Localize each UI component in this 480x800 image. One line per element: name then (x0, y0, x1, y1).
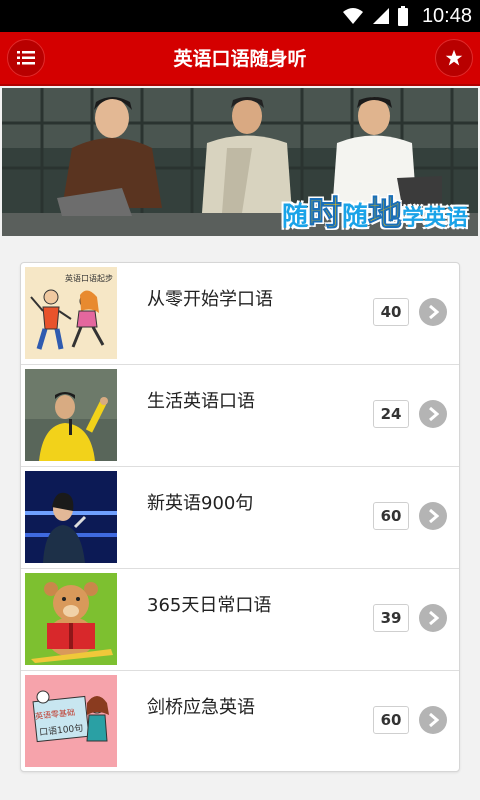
banner-caption-3: 随 (341, 202, 368, 232)
status-icons: 10:48 (342, 0, 472, 32)
signal-icon (372, 8, 389, 24)
course-row[interactable]: 新英语900句 60 (21, 467, 459, 569)
course-row[interactable]: 英语零基础 口语100句 剑桥应急英语 60 (21, 671, 459, 771)
battery-icon (397, 6, 408, 26)
chevron-right-icon[interactable] (419, 604, 447, 632)
app-bar: 英语口语随身听 (0, 32, 480, 86)
lesson-count-badge: 40 (373, 298, 409, 326)
course-title: 生活英语口语 (147, 391, 255, 412)
course-thumbnail (25, 369, 117, 461)
banner-caption-5: 学英语 (401, 206, 468, 231)
star-icon (445, 49, 463, 66)
promo-banner[interactable]: 随时随地学英语 (2, 88, 478, 236)
chevron-right-icon[interactable] (419, 502, 447, 530)
course-thumbnail: 英语口语起步 (25, 267, 117, 359)
course-thumbnail (25, 573, 117, 665)
thumbnail-caption: 英语口语起步 (65, 274, 113, 283)
speaker-photo (25, 369, 117, 461)
course-title: 365天日常口语 (147, 595, 272, 616)
chevron-right-icon[interactable] (419, 298, 447, 326)
course-row[interactable]: 365天日常口语 39 (21, 569, 459, 671)
lesson-count-badge: 39 (373, 604, 409, 632)
lesson-count-badge: 60 (373, 706, 409, 734)
chevron-right-icon[interactable] (419, 400, 447, 428)
lesson-count-badge: 60 (373, 502, 409, 530)
course-list: 英语口语起步 从零开始学口语 40 生活英语口语 24 新英语900句 60 3… (20, 262, 460, 772)
page-title: 英语口语随身听 (173, 48, 307, 70)
chevron-right-icon[interactable] (419, 706, 447, 734)
course-row[interactable]: 生活英语口语 24 (21, 365, 459, 467)
course-title: 剑桥应急英语 (147, 697, 255, 718)
banner-caption-4: 地 (367, 194, 402, 235)
stage-photo (25, 471, 117, 563)
course-row[interactable]: 英语口语起步 从零开始学口语 40 (21, 263, 459, 365)
clock: 10:48 (421, 4, 472, 27)
banner-caption-2: 时 (307, 194, 342, 235)
course-thumbnail (25, 471, 117, 563)
status-bar: 10:48 (0, 0, 480, 32)
banner-caption: 随时随地学英语 (282, 186, 468, 235)
banner-caption-1: 随 (281, 202, 308, 232)
course-title: 新英语900句 (147, 493, 254, 514)
course-thumbnail: 英语零基础 口语100句 (25, 675, 117, 767)
course-title: 从零开始学口语 (147, 289, 273, 310)
favorite-button[interactable] (435, 39, 473, 77)
lesson-count-badge: 24 (373, 400, 409, 428)
bear-illustration (25, 573, 117, 665)
wifi-icon (342, 8, 363, 24)
